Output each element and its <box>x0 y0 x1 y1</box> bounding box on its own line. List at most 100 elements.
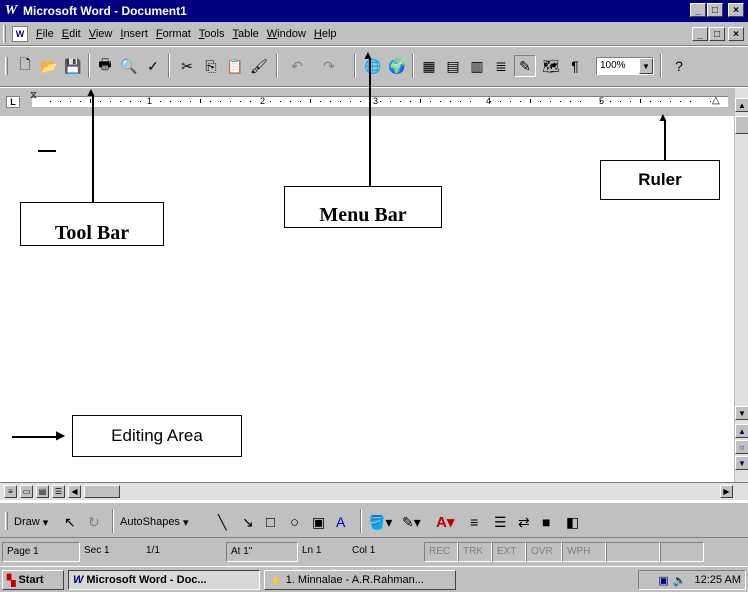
show-hide-icon[interactable]: ¶ <box>564 55 586 77</box>
status-ext[interactable]: EXT <box>492 542 526 562</box>
autoshapes-menu[interactable]: AutoShapes ▾ <box>120 511 189 533</box>
ruler-tick <box>120 101 121 102</box>
oval-icon[interactable]: ○ <box>290 511 299 533</box>
ruler-number: 3 <box>373 96 379 106</box>
maximize-button[interactable]: □ <box>707 3 723 17</box>
menu-tools[interactable]: Tools <box>195 28 229 40</box>
drawing-icon[interactable]: ✎ <box>514 55 536 77</box>
scroll-thumb[interactable] <box>735 116 748 134</box>
menu-format[interactable]: Format <box>152 28 195 40</box>
cut-icon[interactable]: ✂ <box>176 55 198 77</box>
tab-selector[interactable]: L <box>6 96 20 108</box>
menubar-callout: Menu Bar <box>284 186 442 228</box>
paste-icon[interactable]: 📋 <box>224 55 246 77</box>
3d-icon[interactable]: ◧ <box>566 511 579 533</box>
tables-borders-icon[interactable]: ▦ <box>418 55 440 77</box>
dash-style-icon[interactable]: ☰ <box>494 511 507 533</box>
text-box-icon[interactable]: ▣ <box>312 511 325 533</box>
scroll-thumb[interactable] <box>84 485 120 498</box>
horizontal-scrollbar[interactable]: ≡ ▭ ▤ ☰ ◀ ▶ <box>0 482 748 500</box>
font-color-icon[interactable]: A▾ <box>436 511 454 533</box>
menu-help[interactable]: Help <box>310 28 341 40</box>
scroll-down-icon[interactable]: ▼ <box>735 406 748 420</box>
rectangle-icon[interactable]: □ <box>266 511 275 533</box>
task-winamp[interactable]: ⚡ 1. Minnalae - A.R.Rahman... <box>264 570 456 590</box>
ruler-tick <box>130 101 131 102</box>
zoom-select[interactable]: 100% ▼ <box>596 57 654 75</box>
format-painter-icon[interactable]: 🖌 <box>248 55 270 77</box>
ruler-tick <box>450 101 451 102</box>
menu-table[interactable]: Table <box>228 28 262 40</box>
select-objects-icon[interactable]: ↖ <box>64 511 76 533</box>
outline-view-icon[interactable]: ☰ <box>52 485 65 498</box>
status-rec[interactable]: REC <box>424 542 458 562</box>
arrow-icon[interactable]: ↘ <box>242 511 254 533</box>
shadow-icon[interactable]: ■ <box>542 511 550 533</box>
menu-insert[interactable]: Insert <box>116 28 152 40</box>
toolbar-grip[interactable] <box>5 57 8 75</box>
drawbar-grip[interactable] <box>5 512 8 530</box>
start-button[interactable]: ▚ Start <box>2 570 64 590</box>
line-icon[interactable]: ╲ <box>218 511 226 533</box>
previous-page-icon[interactable]: ▲ <box>735 424 748 438</box>
ruler-tick <box>670 101 671 102</box>
open-icon[interactable]: 📂 <box>38 55 60 77</box>
ruler-tick <box>660 101 661 102</box>
fill-color-icon[interactable]: 🪣▾ <box>368 511 392 533</box>
print-preview-icon[interactable]: 🔍 <box>118 55 140 77</box>
toolbar-separator <box>412 54 414 78</box>
redo-icon[interactable]: ↷ <box>318 55 340 77</box>
vertical-scrollbar[interactable]: ▲ ▼ ▲ ○ ▼ <box>734 88 748 484</box>
scroll-up-icon[interactable]: ▲ <box>735 98 748 112</box>
volume-icon[interactable]: 🔈 <box>673 574 687 587</box>
menu-window[interactable]: Window <box>263 28 310 40</box>
menu-edit[interactable]: Edit <box>58 28 85 40</box>
doc-close-button[interactable]: × <box>728 27 744 41</box>
undo-icon[interactable]: ↶ <box>286 55 308 77</box>
ruler-tick <box>560 101 561 102</box>
right-indent-marker-icon[interactable]: △ <box>712 95 720 106</box>
free-rotate-icon[interactable]: ↻ <box>88 511 100 533</box>
word-icon[interactable]: W <box>3 3 19 19</box>
print-layout-icon[interactable]: ▤ <box>36 485 49 498</box>
insert-table-icon[interactable]: ▤ <box>442 55 464 77</box>
close-button[interactable]: × <box>728 3 744 17</box>
status-ovr[interactable]: OVR <box>526 542 562 562</box>
menu-view[interactable]: View <box>85 28 117 40</box>
doc-minimize-button[interactable]: _ <box>692 27 708 41</box>
normal-view-icon[interactable]: ≡ <box>4 485 17 498</box>
status-trk[interactable]: TRK <box>458 542 492 562</box>
indent-marker-icon[interactable]: ⧖ <box>30 90 37 101</box>
office-assistant-icon[interactable]: ? <box>668 55 690 77</box>
draw-menu[interactable]: Draw ▾ <box>14 511 48 533</box>
document-map-icon[interactable]: 🗺 <box>540 55 562 77</box>
status-bar: Page 1 Sec 1 1/1 At 1" Ln 1 Col 1 REC TR… <box>0 538 748 566</box>
line-color-icon[interactable]: ✎▾ <box>402 511 421 533</box>
save-icon[interactable]: 💾 <box>62 55 84 77</box>
arrow-style-icon[interactable]: ⇄ <box>518 511 530 533</box>
doc-restore-button[interactable]: □ <box>709 27 725 41</box>
columns-icon[interactable]: ≣ <box>490 55 512 77</box>
line-style-icon[interactable]: ≡ <box>470 511 478 533</box>
menubar-grip[interactable] <box>3 24 6 43</box>
scroll-left-icon[interactable]: ◀ <box>68 485 81 498</box>
new-icon[interactable]: 🗋 <box>14 55 36 77</box>
chevron-down-icon[interactable]: ▼ <box>639 58 653 74</box>
print-icon[interactable]: 🖶 <box>94 55 116 77</box>
minimize-button[interactable]: _ <box>690 3 706 17</box>
wordart-icon[interactable]: A <box>336 511 345 533</box>
web-toolbar-icon[interactable]: 🌍 <box>386 55 408 77</box>
select-browse-object-icon[interactable]: ○ <box>735 440 748 454</box>
document-icon[interactable]: W <box>12 25 28 42</box>
web-layout-icon[interactable]: ▭ <box>20 485 33 498</box>
menu-file[interactable]: File <box>32 28 58 40</box>
task-word[interactable]: W Microsoft Word - Doc... <box>68 570 260 590</box>
status-wph[interactable]: WPH <box>562 542 606 562</box>
insert-excel-icon[interactable]: ▥ <box>466 55 488 77</box>
clock[interactable]: 12:25 AM <box>695 574 741 586</box>
spelling-icon[interactable]: ✓ <box>142 55 164 77</box>
next-page-icon[interactable]: ▼ <box>735 456 748 470</box>
copy-icon[interactable]: ⎘ <box>200 55 222 77</box>
network-icon[interactable]: ▣ <box>658 574 668 587</box>
scroll-right-icon[interactable]: ▶ <box>720 485 733 498</box>
